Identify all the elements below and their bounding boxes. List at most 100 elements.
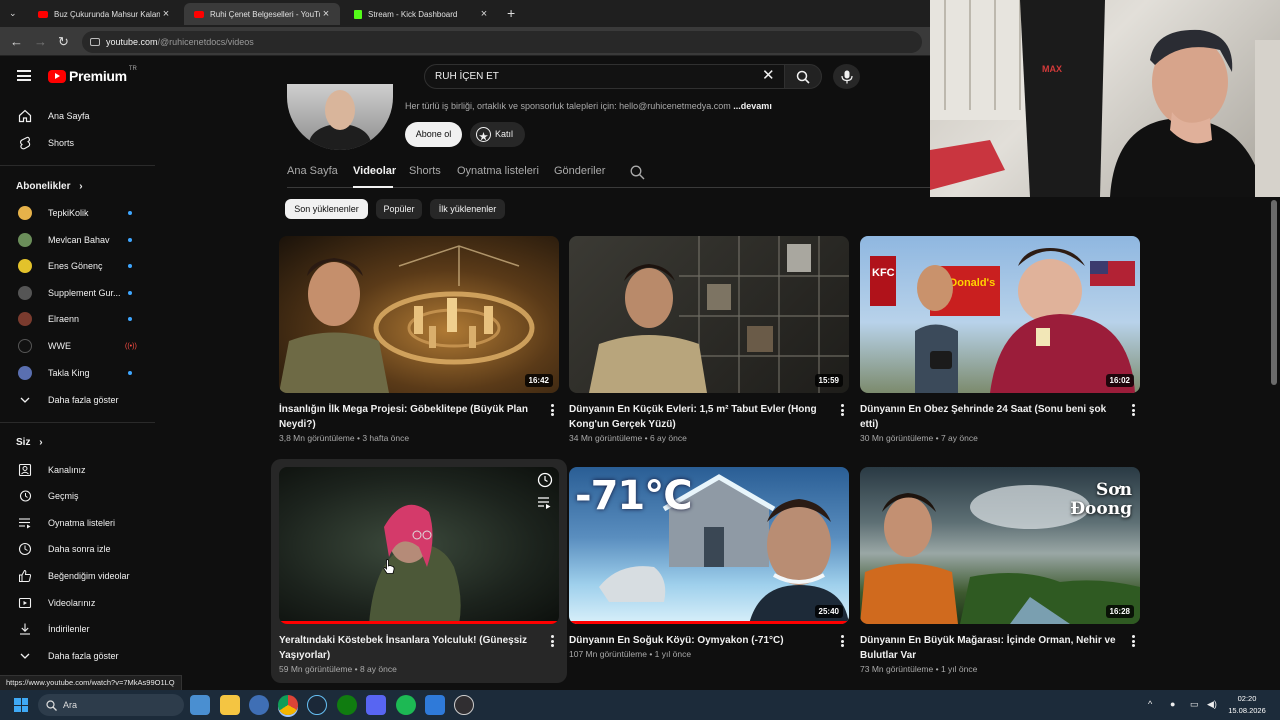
tab-playlists[interactable]: Oynatma listeleri: [457, 165, 539, 177]
app-icon[interactable]: [249, 695, 269, 715]
sidebar-item-playlists[interactable]: Oynatma listeleri: [0, 510, 155, 536]
sidebar-item-show-more[interactable]: Daha fazla göster: [0, 643, 155, 669]
chip-popular[interactable]: Popüler: [376, 199, 422, 219]
video-title[interactable]: Dünyanın En Büyük Mağarası: İçinde Orman…: [860, 633, 1118, 663]
browser-tab-3[interactable]: Stream - Kick Dashboard ×: [344, 3, 498, 25]
channel-description-text: Her türlü iş birliği, ortaklık ve sponso…: [405, 101, 731, 111]
obs-icon[interactable]: [454, 695, 474, 715]
channel-avatar[interactable]: [287, 84, 393, 150]
video-thumbnail[interactable]: 16:42: [279, 236, 559, 393]
divider: [0, 165, 155, 166]
reload-icon[interactable]: ↻: [58, 34, 69, 50]
display-icon[interactable]: ▭: [1190, 699, 1199, 710]
tab-home[interactable]: Ana Sayfa: [287, 165, 338, 177]
site-info-icon[interactable]: [90, 38, 100, 46]
more-options-icon[interactable]: [549, 635, 555, 647]
video-thumbnail[interactable]: -71°C 25:40: [569, 467, 849, 624]
tab-shorts[interactable]: Shorts: [409, 165, 441, 177]
more-options-icon[interactable]: [839, 404, 845, 416]
video-thumbnail[interactable]: 15:59: [569, 236, 849, 393]
video-title[interactable]: İnsanlığın İlk Mega Projesi: Göbeklitepe…: [279, 402, 537, 432]
more-options-icon[interactable]: [549, 404, 555, 416]
sidebar-item-downloads[interactable]: İndirilenler: [0, 616, 155, 642]
you-heading[interactable]: Siz ›: [16, 437, 43, 448]
more-options-icon[interactable]: [1130, 635, 1136, 647]
widgets-icon[interactable]: [190, 695, 210, 715]
sidebar-item-label: Takla King: [48, 368, 90, 378]
forward-icon[interactable]: →: [34, 34, 47, 49]
sidebar-item-label: Shorts: [48, 138, 75, 148]
video-title[interactable]: Dünyanın En Küçük Evleri: 1,5 m² Tabut E…: [569, 402, 827, 432]
watch-later-icon[interactable]: [537, 472, 553, 488]
discord-icon[interactable]: [366, 695, 386, 715]
add-to-queue-icon[interactable]: [537, 495, 553, 511]
sidebar-item-subscription[interactable]: Elraenn: [0, 306, 155, 332]
sidebar-item-subscription[interactable]: Enes Gönenç: [0, 253, 155, 279]
chevron-right-icon: ›: [39, 437, 43, 448]
sidebar-item-label: Beğendiğim videolar: [48, 571, 130, 581]
chevron-up-icon[interactable]: ^: [1148, 699, 1152, 709]
subscribe-button[interactable]: Abone ol: [405, 122, 462, 147]
sidebar-item-show-more[interactable]: Daha fazla göster: [0, 387, 155, 413]
video-duration: 16:02: [1105, 374, 1134, 387]
browser-tab-1[interactable]: Buz Çukurunda Mahsur Kalan Di ×: [28, 3, 180, 25]
voice-search-button[interactable]: [833, 64, 860, 89]
close-icon[interactable]: ×: [160, 8, 172, 20]
clear-search-icon[interactable]: ✕: [762, 68, 775, 84]
tab-videos[interactable]: Videolar: [353, 165, 396, 177]
taskbar-search[interactable]: Ara: [38, 694, 184, 716]
sidebar-item-liked-videos[interactable]: Beğendiğim videolar: [0, 563, 155, 589]
spotify-icon[interactable]: [396, 695, 416, 715]
sidebar-item-subscription[interactable]: Mevlcan Bahav: [0, 227, 155, 253]
browser-tab-2[interactable]: Ruhi Çenet Belgeselleri - YouTube ×: [184, 3, 340, 25]
sidebar-item-subscription[interactable]: Supplement Gur...: [0, 280, 155, 306]
channel-search-icon[interactable]: [630, 165, 645, 180]
video-title[interactable]: Yeraltındaki Köstebek İnsanlara Yolculuk…: [279, 633, 537, 663]
video-views: 73 Mn görüntüleme: [860, 664, 934, 674]
video-thumbnail[interactable]: [279, 467, 559, 624]
sidebar-item-subscription[interactable]: WWE ((•)): [0, 333, 155, 359]
tab-posts[interactable]: Gönderiler: [554, 165, 605, 177]
volume-icon[interactable]: ◀): [1207, 699, 1217, 710]
sidebar-item-watch-later[interactable]: Daha sonra izle: [0, 536, 155, 562]
more-options-icon[interactable]: [839, 635, 845, 647]
subscriptions-heading[interactable]: Abonelikler ›: [16, 181, 83, 192]
chip-latest[interactable]: Son yüklenenler: [285, 199, 368, 219]
more-options-icon[interactable]: [1130, 404, 1136, 416]
youtube-premium-logo[interactable]: Premium TR: [48, 66, 137, 84]
sidebar-item-your-videos[interactable]: Videolarınız: [0, 590, 155, 616]
sidebar-item-subscription[interactable]: TepkiKolik: [0, 200, 155, 226]
chrome-icon[interactable]: [278, 695, 298, 715]
channel-description[interactable]: Her türlü iş birliği, ortaklık ve sponso…: [405, 101, 772, 111]
steam-icon[interactable]: [307, 695, 327, 715]
sidebar-item-shorts[interactable]: Shorts: [0, 130, 155, 156]
close-icon[interactable]: ×: [478, 8, 490, 20]
windows-start-icon[interactable]: [14, 698, 28, 712]
sidebar-item-history[interactable]: Geçmiş: [0, 483, 155, 509]
chip-oldest[interactable]: İlk yüklenenler: [430, 199, 505, 219]
video-title[interactable]: Dünyanın En Obez Şehrinde 24 Saat (Sonu …: [860, 402, 1118, 432]
microphone-icon[interactable]: ●: [1170, 699, 1175, 709]
close-icon[interactable]: ×: [320, 8, 332, 20]
tab-list-chevron-icon[interactable]: ⌄: [9, 8, 17, 19]
video-thumbnail[interactable]: Sơn Đoong 16:28: [860, 467, 1140, 624]
description-more-link[interactable]: ...devamı: [733, 101, 772, 111]
address-bar[interactable]: youtube.com/@ruhicenetdocs/videos: [82, 31, 922, 53]
mail-icon[interactable]: [425, 695, 445, 715]
video-title[interactable]: Dünyanın En Soğuk Köyü: Oymyakon (-71°C): [569, 633, 827, 648]
sidebar-item-your-channel[interactable]: Kanalınız: [0, 457, 155, 483]
search-button[interactable]: [784, 64, 822, 89]
new-tab-icon[interactable]: +: [507, 5, 515, 21]
join-button[interactable]: Katıl: [470, 122, 525, 147]
sidebar-item-subscription[interactable]: Takla King: [0, 360, 155, 386]
xbox-icon[interactable]: [337, 695, 357, 715]
youtube-masthead: Premium TR RUH İÇEN ET ✕: [0, 56, 930, 96]
search-input[interactable]: RUH İÇEN ET: [424, 64, 786, 89]
back-icon[interactable]: ←: [10, 34, 23, 49]
file-explorer-icon[interactable]: [220, 695, 240, 715]
menu-icon[interactable]: [17, 70, 31, 81]
page-scrollbar[interactable]: [1271, 200, 1277, 385]
taskbar-clock[interactable]: 02:20 15.08.2026: [1224, 693, 1270, 717]
sidebar-item-home[interactable]: Ana Sayfa: [0, 103, 155, 129]
video-thumbnail[interactable]: KFC McDonald's 16:02: [860, 236, 1140, 393]
